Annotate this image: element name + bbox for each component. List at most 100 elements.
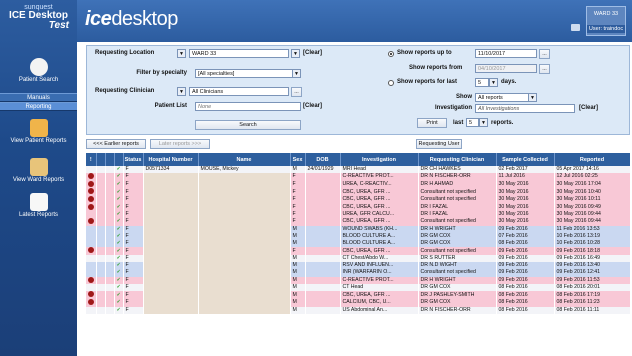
location-lookup-button[interactable]: ▼ [291, 49, 300, 58]
requesting-location-dropdown[interactable]: ▼ [177, 49, 186, 58]
show-up-to-radio[interactable] [388, 51, 394, 57]
report-cell [96, 188, 106, 196]
table-row[interactable]: ✓ F F CBC, UREA, GFR ... Consultant not spec… [86, 188, 630, 196]
alert-icon [88, 195, 94, 202]
table-row[interactable]: ✓ F M RSV AND INFLUEN... DR N.D WIGHT 09 Feb … [86, 262, 630, 270]
collected-cell: 08 Feb 2016 [496, 306, 555, 314]
printer-icon[interactable] [571, 24, 580, 31]
collected-cell: 08 Feb 2016 [496, 284, 555, 292]
status-cell: F [123, 166, 144, 174]
table-row[interactable]: ✓ F F CBC, UREA, GFR ... DR I FAZAL 30 May 20… [86, 203, 630, 212]
table-row[interactable]: ✓ F M BLOOD CULTURE A... DR GM COX 08 Feb 201… [86, 240, 630, 248]
alert-col-header[interactable]: ! [86, 153, 97, 166]
clinician-dropdown[interactable]: ▼ [177, 87, 186, 96]
table-row[interactable]: ✓ F M WOUND SWABS (KH... DR H WRIGHT 09 Feb 2… [86, 225, 630, 234]
clinician-lookup-button[interactable]: ... [291, 87, 302, 97]
search-button[interactable]: Search [195, 120, 301, 130]
dob-cell [305, 306, 341, 314]
status-cell: F [123, 211, 144, 219]
requesting-clinician-header[interactable]: Requesting Clinician [418, 153, 497, 166]
dob-cell [305, 299, 341, 307]
sample-collected-header[interactable]: Sample Collected [496, 153, 555, 166]
name-cell [198, 247, 291, 256]
hospital-number-cell [143, 299, 199, 307]
clear-investigation-link[interactable]: [Clear] [579, 105, 598, 111]
specialty-select[interactable]: [All specialties] [195, 69, 301, 78]
table-row[interactable]: ✓ F F UREA, GFR CALCU... DR I FAZAL 30 May 20… [86, 211, 630, 219]
status-cell: F [123, 255, 144, 263]
print-button[interactable]: Print [417, 118, 447, 128]
chevron-down-icon[interactable]: ▼ [292, 69, 301, 78]
table-row[interactable]: ✓ F F CBC, UREA, GFR ... Consultant not spec… [86, 247, 630, 256]
table-row[interactable]: ✓ F F CBC, UREA, GFR ... Consultant not spec… [86, 218, 630, 226]
sidebar-item-view-ward-reports[interactable]: View Ward Reports [0, 158, 77, 183]
show-from-date[interactable]: 04/10/2017 [475, 64, 537, 73]
table-row[interactable]: ✓ F M BLOOD CULTURE A... DR GM COX 07 Feb 201… [86, 233, 630, 241]
print-last-select[interactable]: 5 [466, 118, 479, 127]
clinician-cell: DR GM COX [418, 233, 497, 241]
sex-cell: M [290, 276, 306, 285]
show-last-days-select[interactable]: 5 [475, 78, 489, 87]
sidebar-item-latest-reports[interactable]: Latest Reports [0, 193, 77, 218]
user-panel[interactable]: WARD 33 User: traindoc [586, 6, 626, 36]
chevron-down-icon[interactable]: ▼ [528, 93, 537, 102]
name-header[interactable]: Name [198, 153, 291, 166]
chevron-down-icon[interactable]: ▼ [489, 78, 498, 87]
name-cell [198, 284, 291, 292]
alert-cell [86, 299, 97, 307]
reported-cell: 09 Feb 2016 12:41 [554, 269, 630, 277]
table-row[interactable]: ✓ F M C-REACTIVE PROT... DR H WRIGHT 09 Feb 2… [86, 276, 630, 285]
sidebar-item-reporting[interactable]: Reporting [0, 102, 77, 111]
table-row[interactable]: ✓ F M CT Chest/Abdo W... DR S RUTTER 09 Feb 2… [86, 255, 630, 263]
requesting-clinician-field[interactable]: All Clinicians [189, 87, 289, 96]
reported-header[interactable]: Reported [554, 153, 630, 166]
reported-cell: 09 Feb 2016 11:53 [554, 276, 630, 285]
table-row[interactable]: ✓ F F CBC, UREA, GFR ... Consultant not spec… [86, 195, 630, 204]
status-header[interactable]: Status [123, 153, 144, 166]
calendar-button[interactable]: ... [539, 64, 550, 74]
dob-cell [305, 284, 341, 292]
table-row[interactable]: ✓ F F UREA, C-REACTIV... DR H AHMAD 30 May 20… [86, 180, 630, 189]
table-row[interactable]: ✓ F M US Abdominal An... DR N FISCHER-ORR 08 … [86, 306, 630, 314]
requesting-user-button[interactable]: Requesting User [416, 139, 462, 149]
print-cell: ✓ [114, 203, 124, 212]
investigation-header[interactable]: Investigation [340, 153, 419, 166]
calendar-button[interactable]: ... [539, 49, 550, 59]
earlier-reports-button[interactable]: <<< Earlier reports [86, 139, 146, 149]
filter-panel: Requesting Location ▼ WARD 33 ▼ [Clear] … [86, 45, 630, 135]
show-up-to-date[interactable]: 11/10/2017 [475, 49, 537, 58]
investigation-select[interactable]: All Investigations [475, 104, 575, 113]
sidebar-item-patient-search[interactable]: Patient Search [0, 58, 77, 83]
sidebar-item-view-patient-reports[interactable]: View Patient Reports [0, 119, 77, 144]
table-row[interactable]: ✓ F M CT Head DR GM COX 08 Feb 2016 08 Feb 201… [86, 284, 630, 292]
show-last-radio[interactable] [388, 80, 394, 86]
patient-list-select[interactable]: None [195, 102, 301, 111]
report-cell [96, 240, 106, 248]
requesting-location-field[interactable]: WARD 33 [189, 49, 289, 58]
investigation-cell: UREA, GFR CALCU... [340, 211, 419, 219]
report-icon-header[interactable] [96, 153, 106, 166]
sidebar-item-label: Patient Search [18, 77, 59, 83]
clinician-cell: DR H AHMAD [418, 180, 497, 189]
view-icon-header[interactable] [105, 153, 115, 166]
investigation-cell: RSV AND INFLUEN... [340, 262, 419, 270]
table-row[interactable]: ✓ F M INR (WARFARIN O... Consultant not spec… [86, 269, 630, 277]
print-icon-header[interactable] [114, 153, 124, 166]
dob-cell [305, 233, 341, 241]
sex-header[interactable]: Sex [290, 153, 306, 166]
sex-cell: M [290, 299, 306, 307]
dob-header[interactable]: DOB [305, 153, 341, 166]
clear-location-link[interactable]: [Clear] [303, 50, 322, 56]
investigation-cell: C-REACTIVE PROT... [340, 173, 419, 181]
later-reports-button[interactable]: Later reports >>> [150, 139, 210, 149]
table-row[interactable]: ✓ F M CALCIUM, CBC, U... DR GM COX 08 Feb 201… [86, 299, 630, 307]
table-row[interactable]: ✓ F F C-REACTIVE PROT... DR N FISCHER-ORR 11 … [86, 173, 630, 181]
brand: sunquest ICE Desktop Test [0, 0, 77, 42]
table-row[interactable]: ✓ F M CBC, UREA, GFR ... DR J PASHLEY-SMITH 0… [86, 291, 630, 300]
sidebar-item-manuals[interactable]: Manuals [0, 93, 77, 102]
hospital-number-header[interactable]: Hospital Number [143, 153, 199, 166]
table-row[interactable]: ✓ F D0571334 MOUSE, Mickey M 24/01/1929 MRI He… [86, 166, 630, 174]
clear-patient-list-link[interactable]: [Clear] [303, 103, 322, 109]
viewed-cell [105, 306, 115, 314]
chevron-down-icon[interactable]: ▼ [479, 118, 488, 127]
